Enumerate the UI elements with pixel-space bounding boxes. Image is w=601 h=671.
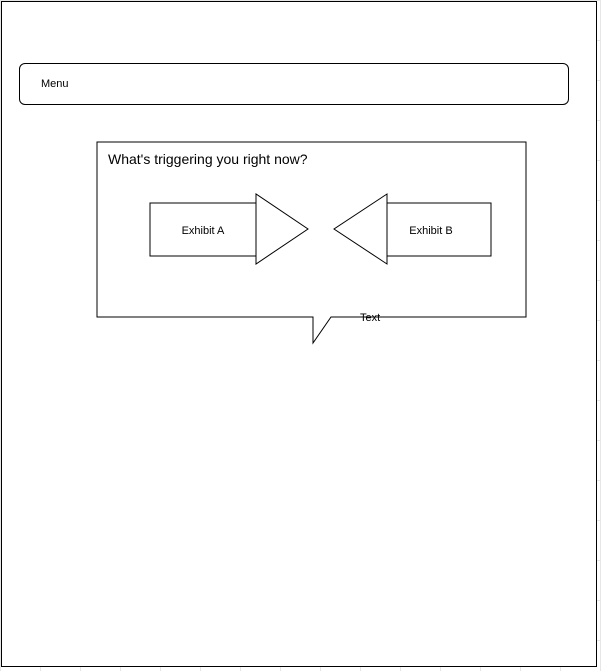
- exhibit-b-label: Exhibit B: [409, 225, 452, 237]
- exhibit-a-label: Exhibit A: [182, 225, 225, 237]
- callout-tail-text: Text: [360, 312, 380, 324]
- callout-question: What's triggering you right now?: [108, 151, 308, 167]
- diagram-canvas: What's triggering you right now? Exhibit…: [96, 141, 527, 345]
